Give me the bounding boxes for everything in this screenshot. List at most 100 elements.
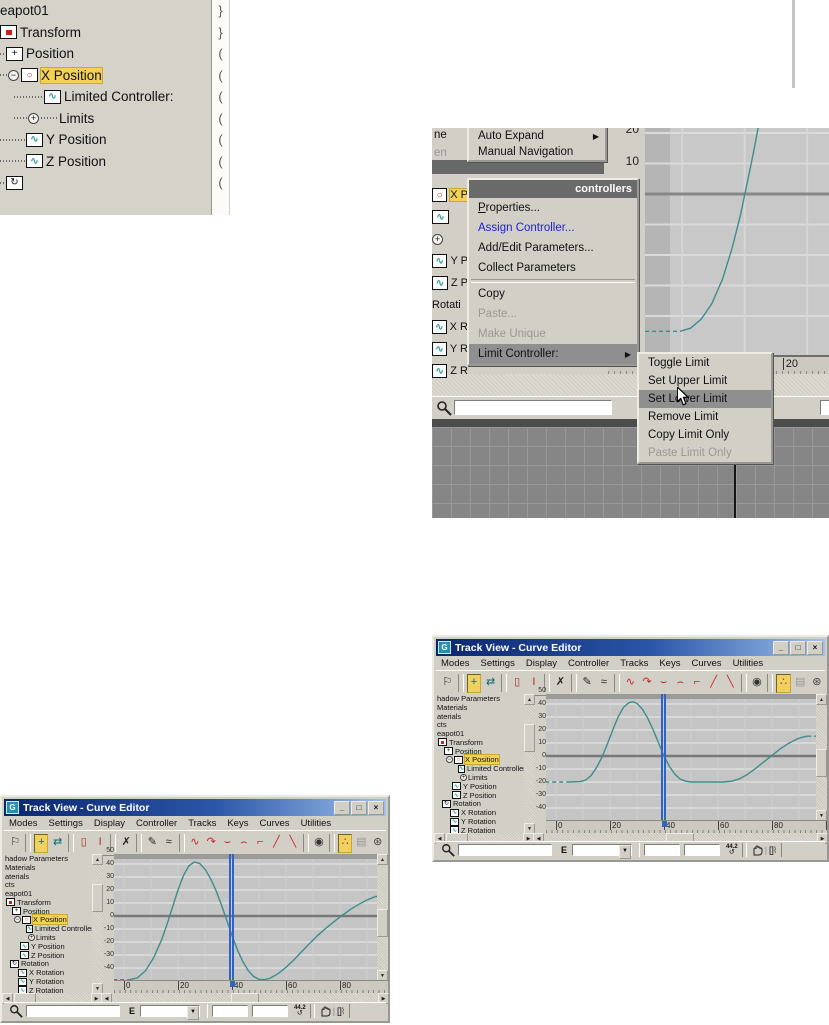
- tree-item-cts[interactable]: cts: [4, 880, 92, 889]
- tree-item-y-rotation[interactable]: ∿ Y Rotation: [436, 817, 524, 826]
- tree-item-x-rotation[interactable]: ∿ X Rotation: [4, 968, 92, 977]
- collapse-icon[interactable]: −: [446, 756, 453, 764]
- key-stats-toggle-icon[interactable]: 44.2 ↺: [294, 1005, 306, 1017]
- tree-item-z-position[interactable]: ∿ Z Position: [436, 791, 524, 800]
- clipped-tree-item[interactable]: +: [432, 228, 468, 250]
- tree-item-z-rotation[interactable]: ∿ Z Rotation: [436, 826, 524, 833]
- menu-item-copy[interactable]: Copy: [469, 284, 637, 304]
- set-tangents-fast-icon[interactable]: ⌣: [656, 674, 671, 693]
- key-time-field[interactable]: [644, 844, 681, 856]
- reduce-keys-icon[interactable]: ≈: [596, 674, 611, 693]
- set-tangents-slow-icon[interactable]: ⌢: [673, 674, 688, 693]
- tree-item-limits[interactable]: + Limits: [436, 773, 524, 782]
- clipped-tree-item[interactable]: ∿ Z R: [432, 360, 468, 382]
- key-value-field[interactable]: [252, 1005, 289, 1017]
- draw-curves-icon[interactable]: ✎: [145, 834, 159, 853]
- zoom-value-extents-icon[interactable]: ⌇: [341, 1006, 345, 1017]
- move-keys-icon[interactable]: +: [466, 673, 482, 693]
- menu-controller[interactable]: Controller: [136, 818, 177, 829]
- minimize-button[interactable]: _: [773, 640, 789, 655]
- set-tangents-smooth-icon[interactable]: ╲: [723, 674, 738, 693]
- dropdown-arrow-icon[interactable]: ▼: [619, 845, 632, 859]
- param-out-of-range-icon[interactable]: ▤: [793, 674, 808, 693]
- menu-item-auto-expand[interactable]: Auto Expand ▶: [469, 128, 605, 144]
- menu-settings[interactable]: Settings: [49, 818, 83, 829]
- collapse-icon[interactable]: −: [8, 69, 19, 81]
- tree-item-eapot01[interactable]: eapot01: [436, 729, 524, 738]
- set-tangents-auto-icon[interactable]: ∿: [188, 834, 202, 853]
- menu-display[interactable]: Display: [94, 818, 125, 829]
- tree-item-x-position[interactable]: − ○ X Position: [0, 65, 230, 87]
- menu-curves[interactable]: Curves: [691, 658, 721, 669]
- clipped-tree-item[interactable]: Rotati: [432, 294, 468, 316]
- expand-icon[interactable]: +: [28, 934, 35, 942]
- snap-frames-icon[interactable]: ∴: [337, 833, 353, 853]
- set-tangents-linear-icon[interactable]: ╱: [706, 674, 721, 693]
- menu-utilities[interactable]: Utilities: [301, 818, 332, 829]
- time-ruler[interactable]: 02040608010: [546, 820, 827, 834]
- tree-item-position[interactable]: + Position: [0, 43, 230, 65]
- maximize-button[interactable]: □: [351, 800, 367, 815]
- time-slider-marker[interactable]: [230, 981, 235, 987]
- menu-item-set-lower-limit[interactable]: Set Lower Limit: [639, 390, 771, 408]
- zoom-value-extents-icon[interactable]: ⌇: [773, 845, 777, 856]
- tree-item-rotation[interactable]: ↻ Rotation: [436, 799, 524, 808]
- track-set-dropdown[interactable]: ▼: [140, 1005, 201, 1020]
- menu-display[interactable]: Display: [526, 658, 557, 669]
- tree-item-eapot01[interactable]: eapot01: [4, 889, 92, 898]
- key-stats-icon[interactable]: [436, 400, 452, 416]
- set-tangents-slow-icon[interactable]: ⌢: [237, 834, 251, 853]
- tree-item-position[interactable]: + Position: [436, 747, 524, 756]
- tree-item-y-position[interactable]: ∿ Y Position: [436, 782, 524, 791]
- key-stats-field[interactable]: [26, 1005, 120, 1017]
- tree-item-y-position[interactable]: ∿ Y Position: [0, 129, 230, 151]
- set-tangents-custom-icon[interactable]: ↷: [640, 674, 655, 693]
- clipped-tree-item[interactable]: ∿: [432, 206, 468, 228]
- menu-item-toggle-limit[interactable]: Toggle Limit: [639, 354, 771, 372]
- tree-item-z-position[interactable]: ∿ Z Position: [0, 151, 230, 173]
- tree-item-hadow-parameters[interactable]: hadow Parameters: [4, 854, 92, 863]
- lock-selection-icon[interactable]: ◉: [750, 674, 765, 693]
- menu-modes[interactable]: Modes: [9, 818, 38, 829]
- status-input-field[interactable]: [454, 400, 612, 415]
- time-slider-marker[interactable]: [662, 821, 667, 827]
- param-out-of-range-icon[interactable]: ▤: [354, 834, 368, 853]
- set-tangents-custom-icon[interactable]: ↷: [204, 834, 218, 853]
- key-stats-toggle-icon[interactable]: 44.2 ↺: [726, 844, 738, 856]
- tree-item-x-position[interactable]: − ○ X Position: [4, 914, 92, 926]
- add-keys-icon[interactable]: ✗: [119, 834, 133, 853]
- menu-tracks[interactable]: Tracks: [620, 658, 648, 669]
- track-set-dropdown[interactable]: ▼: [572, 844, 633, 859]
- reduce-keys-icon[interactable]: ≈: [162, 834, 176, 853]
- expand-icon[interactable]: +: [28, 112, 39, 124]
- set-tangents-step-icon[interactable]: ⌐: [690, 674, 705, 693]
- tree-item-limits[interactable]: + Limits: [0, 108, 230, 130]
- menu-tracks[interactable]: Tracks: [188, 818, 216, 829]
- menu-item-properties-[interactable]: Properties...: [469, 198, 637, 218]
- expand-icon[interactable]: +: [432, 233, 443, 245]
- slide-keys-icon[interactable]: ⇄: [483, 674, 498, 693]
- tree-item-x-rotation[interactable]: ∿ X Rotation: [436, 808, 524, 817]
- tree-item-materials[interactable]: Materials: [4, 863, 92, 872]
- clipped-tree-item[interactable]: ∿ Y P: [432, 250, 468, 272]
- scrollbar-thumb[interactable]: [816, 749, 827, 777]
- menu-item-limit-controller-[interactable]: Limit Controller: ▶: [469, 344, 637, 364]
- slide-keys-icon[interactable]: ⇄: [50, 834, 64, 853]
- clipped-tree-item[interactable]: ∿ X R: [432, 316, 468, 338]
- menu-modes[interactable]: Modes: [441, 658, 470, 669]
- menu-item-add-edit-parameters-[interactable]: Add/Edit Parameters...: [469, 238, 637, 258]
- pan-hand-icon[interactable]: [751, 844, 763, 856]
- draw-curves-icon[interactable]: ✎: [580, 674, 595, 693]
- tree-item-aterials[interactable]: aterials: [436, 712, 524, 721]
- chart-scrollbar[interactable]: ▲ ▼: [377, 854, 388, 981]
- scroll-arrow-icon[interactable]: ▲: [377, 854, 388, 865]
- hierarchy-tree[interactable]: hadow Parameters Materials aterials cts eapo…: [4, 854, 92, 993]
- set-tangents-fast-icon[interactable]: ⌣: [220, 834, 234, 853]
- tree-item-x-position[interactable]: − ○ X Position: [436, 754, 524, 766]
- tree-item-hadow-parameters[interactable]: hadow Parameters: [436, 694, 524, 703]
- tree-item-limited-controller-[interactable]: ∿ Limited Controller:: [4, 924, 92, 933]
- tree-item-limited-controller-[interactable]: ∿ Limited Controller:: [0, 86, 230, 108]
- tree-item-transform[interactable]: Transform: [4, 898, 92, 907]
- tree-item-y-position[interactable]: ∿ Y Position: [4, 942, 92, 951]
- tree-item-y-rotation[interactable]: ∿ Y Rotation: [4, 977, 92, 986]
